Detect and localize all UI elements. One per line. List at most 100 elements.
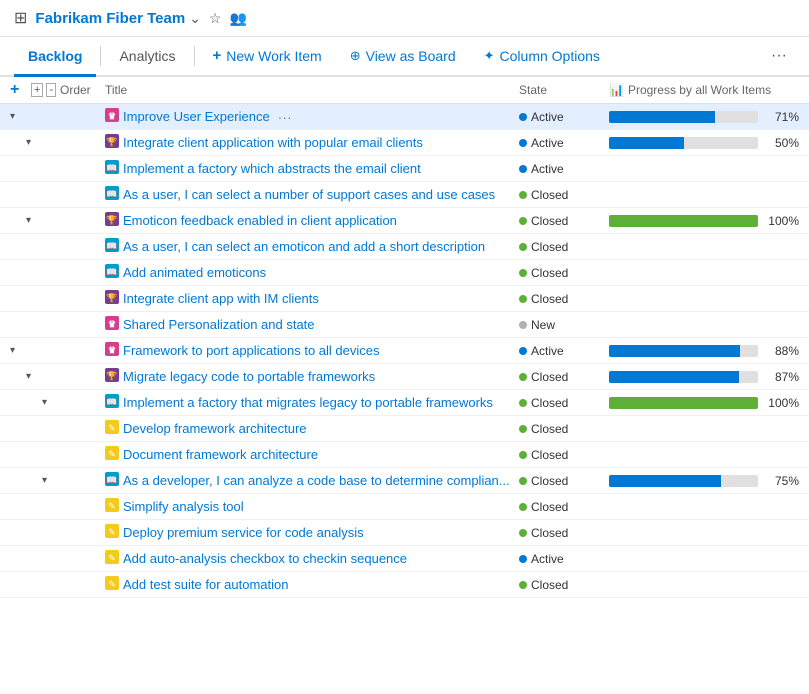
- progress-bar-fill: [609, 137, 684, 149]
- row-progress: 50%: [609, 136, 799, 150]
- state-header: State: [519, 83, 609, 97]
- table-row: ▾🏆Migrate legacy code to portable framew…: [0, 364, 809, 390]
- state-label: Active: [531, 344, 564, 358]
- progress-bar: [609, 475, 758, 487]
- table-row: 📖As a user, I can select an emoticon and…: [0, 234, 809, 260]
- row-title-text[interactable]: Deploy premium service for code analysis: [123, 525, 364, 540]
- row-title-text[interactable]: Migrate legacy code to portable framewor…: [123, 369, 375, 384]
- more-options-button[interactable]: ···: [763, 37, 795, 75]
- table-row: ▾♛Improve User Experience···Active71%: [0, 104, 809, 130]
- row-title-text[interactable]: Simplify analysis tool: [123, 499, 244, 514]
- row-title-text[interactable]: Add animated emoticons: [123, 265, 266, 280]
- tab-backlog[interactable]: Backlog: [14, 38, 96, 77]
- row-state: Closed: [519, 474, 609, 488]
- tab-analytics[interactable]: Analytics: [105, 38, 189, 77]
- progress-percentage: 100%: [764, 396, 799, 410]
- state-label: Closed: [531, 240, 568, 254]
- expand-icon[interactable]: +: [31, 83, 43, 97]
- state-dot: [519, 555, 527, 563]
- chevron-icon[interactable]: ▾: [42, 397, 56, 408]
- row-title-text[interactable]: Document framework architecture: [123, 447, 318, 462]
- row-state: Closed: [519, 266, 609, 280]
- state-dot: [519, 425, 527, 433]
- svg-text:✎: ✎: [108, 527, 116, 537]
- person-icon[interactable]: 👥: [229, 10, 246, 27]
- state-label: Active: [531, 552, 564, 566]
- row-title-text[interactable]: Implement a factory that migrates legacy…: [123, 395, 493, 410]
- table-row: 📖Implement a factory which abstracts the…: [0, 156, 809, 182]
- row-title: ✎ Add auto-analysis checkbox to checkin s…: [105, 550, 519, 567]
- progress-bar-fill: [609, 397, 758, 409]
- chevron-icon[interactable]: ▾: [26, 215, 40, 226]
- row-title: ✎ Add test suite for automation: [105, 576, 519, 593]
- star-icon[interactable]: ☆: [209, 10, 222, 27]
- row-title-text[interactable]: Add auto-analysis checkbox to checkin se…: [123, 551, 407, 566]
- row-title-text[interactable]: Implement a factory which abstracts the …: [123, 161, 421, 176]
- state-label: New: [531, 318, 555, 332]
- table-row: 🏆Integrate client app with IM clientsClo…: [0, 286, 809, 312]
- row-title-text[interactable]: Improve User Experience: [123, 109, 270, 124]
- svg-text:📖: 📖: [106, 397, 117, 407]
- progress-bar: [609, 137, 758, 149]
- chevron-icon[interactable]: ▾: [10, 111, 24, 122]
- row-title-text[interactable]: Develop framework architecture: [123, 421, 307, 436]
- chevron-icon[interactable]: ▾: [26, 137, 40, 148]
- row-title-text[interactable]: Integrate client application with popula…: [123, 135, 423, 150]
- row-title-text[interactable]: Emoticon feedback enabled in client appl…: [123, 213, 397, 228]
- row-title: ✎Simplify analysis tool: [105, 498, 519, 515]
- chevron-icon[interactable]: ▾: [42, 475, 56, 486]
- row-title-text[interactable]: Integrate client app with IM clients: [123, 291, 319, 306]
- chevron-icon[interactable]: ▾: [10, 345, 24, 356]
- progress-chart-icon: 📊: [609, 83, 624, 97]
- state-dot: [519, 373, 527, 381]
- state-label: Closed: [531, 396, 568, 410]
- add-row-button[interactable]: +: [10, 81, 28, 99]
- chevron-down-icon[interactable]: ⌄: [189, 10, 201, 27]
- row-state: Active: [519, 552, 609, 566]
- state-dot: [519, 139, 527, 147]
- row-title: 📖 Implement a factory that migrates legac…: [105, 394, 519, 411]
- row-title-text[interactable]: Add test suite for automation: [123, 577, 288, 592]
- chevron-icon[interactable]: ▾: [26, 371, 40, 382]
- state-dot: [519, 581, 527, 589]
- state-dot: [519, 165, 527, 173]
- row-progress: 71%: [609, 110, 799, 124]
- row-title-text[interactable]: As a user, I can select a number of supp…: [123, 187, 495, 202]
- svg-text:✎: ✎: [108, 579, 116, 589]
- state-dot: [519, 321, 527, 329]
- progress-bar-fill: [609, 371, 739, 383]
- state-label: Closed: [531, 474, 568, 488]
- progress-bar-fill: [609, 475, 721, 487]
- column-options-button[interactable]: ✦ Column Options: [470, 38, 614, 77]
- state-dot: [519, 399, 527, 407]
- row-title: 📖As a user, I can select a number of sup…: [105, 186, 519, 203]
- new-work-item-button[interactable]: + New Work Item: [199, 37, 336, 77]
- table-row: 📖 Add animated emoticons Closed: [0, 260, 809, 286]
- epic-icon: ♛: [105, 108, 119, 125]
- svg-text:✎: ✎: [108, 423, 116, 433]
- row-title-text[interactable]: Shared Personalization and state: [123, 317, 315, 332]
- state-label: Closed: [531, 448, 568, 462]
- row-title: 📖 Add animated emoticons: [105, 264, 519, 281]
- row-progress: 88%: [609, 344, 799, 358]
- row-title: ♛ Shared Personalization and state: [105, 316, 519, 333]
- row-title-text[interactable]: As a developer, I can analyze a code bas…: [123, 473, 510, 488]
- progress-percentage: 75%: [764, 474, 799, 488]
- progress-percentage: 71%: [764, 110, 799, 124]
- row-title-text[interactable]: As a user, I can select an emoticon and …: [123, 239, 485, 254]
- svg-text:♛: ♛: [108, 345, 116, 355]
- collapse-icon[interactable]: -: [46, 83, 56, 97]
- row-title: ♛ Framework to port applications to all d…: [105, 342, 519, 359]
- view-as-board-button[interactable]: ⊕ View as Board: [336, 38, 470, 77]
- progress-percentage: 88%: [764, 344, 799, 358]
- row-title-text[interactable]: Framework to port applications to all de…: [123, 343, 380, 358]
- task-icon: ✎: [105, 576, 119, 593]
- svg-text:📖: 📖: [106, 267, 117, 277]
- table-row: ✎Document framework architectureClosed: [0, 442, 809, 468]
- state-dot: [519, 295, 527, 303]
- row-state: New: [519, 318, 609, 332]
- ellipsis-menu[interactable]: ···: [274, 109, 296, 125]
- plus-icon: +: [213, 47, 222, 64]
- task-icon: ✎: [105, 550, 119, 567]
- epic-icon: ♛: [105, 316, 119, 333]
